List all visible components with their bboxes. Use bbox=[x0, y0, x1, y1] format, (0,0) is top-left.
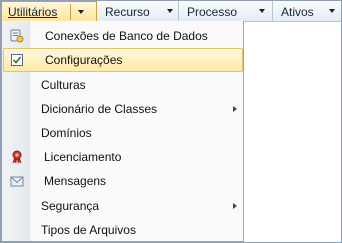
menu-recurso-label: Recurso bbox=[105, 4, 150, 19]
menu-processo[interactable]: Processo bbox=[179, 1, 273, 22]
chevron-right-icon bbox=[233, 203, 237, 209]
menu-item-label: Dicionário de Classes bbox=[41, 102, 158, 116]
menu-item-label: Conexões de Banco de Dados bbox=[45, 29, 208, 43]
menu-item-label: Culturas bbox=[41, 78, 86, 92]
envelope-icon bbox=[10, 174, 24, 188]
menu-utilitarios[interactable]: Utilitários bbox=[1, 1, 97, 22]
menu-item-dominios[interactable]: Domínios bbox=[3, 121, 243, 145]
menu-item-tipos-arquivos[interactable]: Tipos de Arquivos bbox=[3, 218, 243, 242]
menu-item-label: Tipos de Arquivos bbox=[41, 223, 136, 237]
menu-item-configuracoes[interactable]: Configurações bbox=[3, 48, 243, 72]
menu-utilitarios-label: Utilitários bbox=[8, 4, 58, 19]
chevron-down-icon[interactable] bbox=[259, 9, 265, 13]
chevron-right-icon bbox=[233, 106, 237, 112]
menu-item-label: Configurações bbox=[45, 53, 123, 67]
menu-item-conexoes-banco-dados[interactable]: Conexões de Banco de Dados bbox=[3, 24, 243, 48]
menu-ativos[interactable]: Ativos bbox=[273, 1, 341, 22]
award-ribbon-icon bbox=[10, 150, 24, 164]
menu-recurso[interactable]: Recurso bbox=[97, 1, 179, 22]
database-connection-icon bbox=[10, 29, 24, 43]
menu-ativos-label: Ativos bbox=[281, 4, 314, 19]
menu-divider bbox=[70, 4, 71, 20]
menu-item-label: Licenciamento bbox=[44, 150, 122, 164]
menu-item-label: Domínios bbox=[41, 126, 92, 140]
chevron-down-icon[interactable] bbox=[78, 10, 84, 14]
menu-item-culturas[interactable]: Culturas bbox=[3, 73, 243, 97]
menu-item-mensagens[interactable]: Mensagens bbox=[3, 169, 243, 193]
menu-item-label: Mensagens bbox=[44, 174, 107, 188]
menu-item-dicionario-classes[interactable]: Dicionário de Classes bbox=[3, 97, 243, 121]
menu-item-label: Segurança bbox=[41, 199, 100, 213]
menu-processo-label: Processo bbox=[187, 4, 238, 19]
checklist-icon bbox=[10, 53, 24, 67]
menu-item-seguranca[interactable]: Segurança bbox=[3, 194, 243, 218]
menu-item-licenciamento[interactable]: Licenciamento bbox=[3, 145, 243, 169]
chevron-down-icon[interactable] bbox=[329, 9, 335, 13]
utilitarios-dropdown-menu: Conexões de Banco de Dados Configurações… bbox=[1, 21, 244, 242]
menu-bar: Utilitários Recurso Processo Ativos bbox=[1, 1, 341, 22]
chevron-down-icon[interactable] bbox=[167, 9, 173, 13]
